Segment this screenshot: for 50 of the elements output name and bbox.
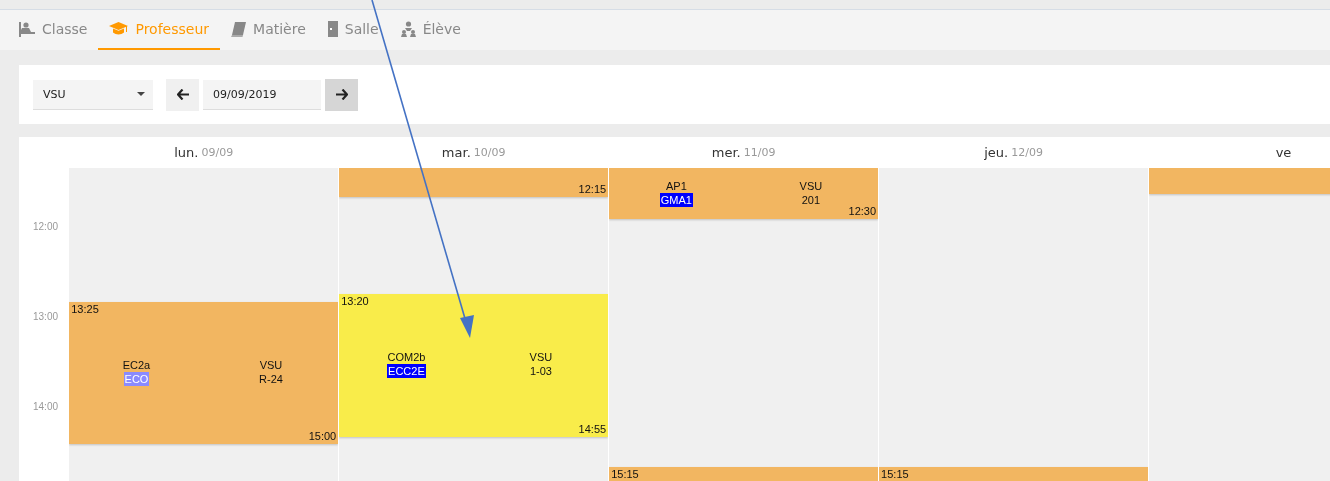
day-name: ve <box>1275 145 1292 160</box>
left-arrow-icon <box>176 89 189 100</box>
day-date: 12/09 <box>1011 146 1043 159</box>
previous-button[interactable] <box>166 78 199 111</box>
room-label: 1-03 <box>529 364 552 379</box>
subgroup-label: ECC2E <box>387 364 426 379</box>
teacher-code: VSU <box>529 350 553 365</box>
calendar-event[interactable]: AP1 GMA1 VSU 201 12:30 <box>609 168 879 219</box>
hour-label: 12:00 <box>33 221 60 232</box>
caret-icon <box>137 92 145 96</box>
end-time: 15:00 <box>308 430 337 442</box>
student-desk-icon <box>19 21 35 37</box>
calendar-event[interactable]: 13:25 EC2a ECO VSU R-24 15:00 <box>69 301 339 444</box>
room-label: 201 <box>801 192 821 207</box>
start-time: 15:15 <box>611 467 639 480</box>
graduation-cap-icon <box>109 22 129 36</box>
door-icon <box>327 21 338 37</box>
day-date: 10/09 <box>473 146 506 159</box>
calendar-event[interactable]: 12:15 <box>339 168 609 197</box>
end-time: 12:30 <box>848 205 877 217</box>
day-name: mar. <box>441 145 471 160</box>
calendar-event[interactable]: 15:15 <box>609 466 879 481</box>
start-time: 15:15 <box>881 467 909 480</box>
right-arrow-icon <box>335 89 348 100</box>
start-time: 13:25 <box>71 302 99 315</box>
class-group: COM2b <box>387 350 426 365</box>
day-name: mer. <box>711 145 741 160</box>
next-button[interactable] <box>325 78 358 111</box>
book-icon <box>231 21 247 37</box>
end-time: 12:15 <box>578 182 607 195</box>
subgroup-label: GMA1 <box>659 192 693 207</box>
day-name: lun. <box>174 145 199 160</box>
date-field[interactable]: 09/09/2019 <box>203 79 321 110</box>
subgroup-label: ECO <box>123 371 150 386</box>
day-name: jeu. <box>984 145 1009 160</box>
class-group: AP1 <box>666 178 687 193</box>
room-label: R-24 <box>259 371 283 386</box>
teacher-select[interactable]: VSU <box>33 79 153 110</box>
start-time: 13:20 <box>341 295 369 307</box>
day-date: 09/09 <box>201 146 234 159</box>
hour-label: 13:00 <box>33 311 60 322</box>
people-icon <box>400 21 416 37</box>
calendar-event[interactable]: 15:15 <box>879 466 1149 481</box>
calendar-event[interactable]: 13:20 COM2b ECC2E VSU 1-03 14:55 <box>339 294 609 437</box>
hour-label: 14:00 <box>33 401 60 412</box>
class-group: EC2a <box>122 357 151 372</box>
day-date: 11/09 <box>743 146 776 159</box>
end-time: 14:55 <box>578 422 607 435</box>
teacher-code: VSU <box>799 178 823 193</box>
teacher-code: VSU <box>259 357 283 372</box>
